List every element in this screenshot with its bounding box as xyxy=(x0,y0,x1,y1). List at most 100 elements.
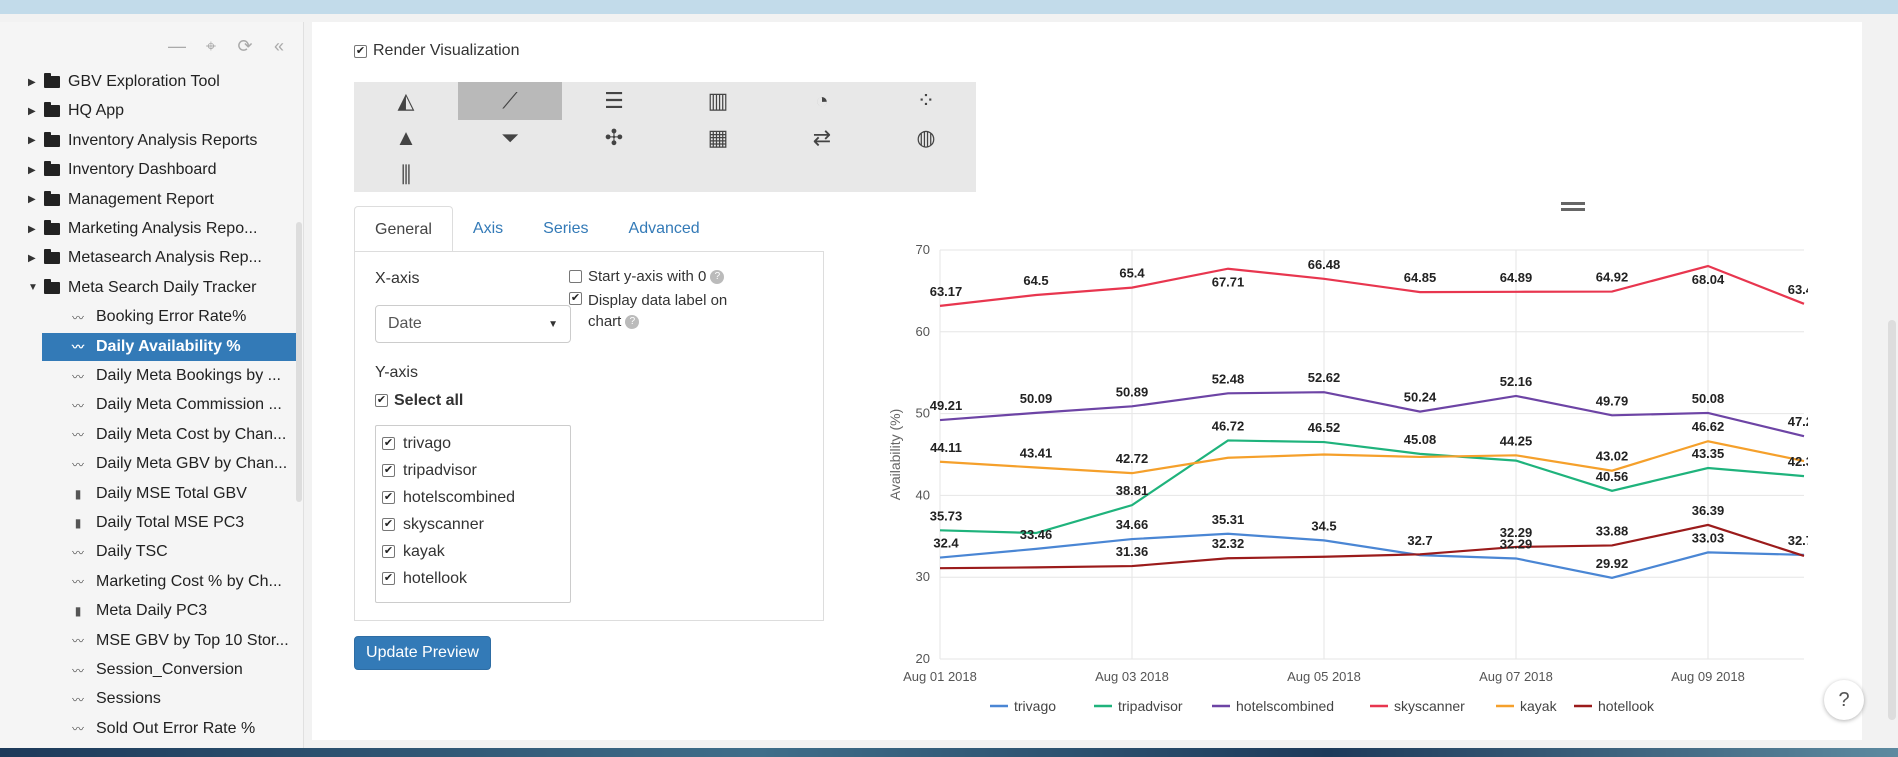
display-data-label-checkbox[interactable]: ✔ xyxy=(569,292,582,305)
caret-right-icon[interactable]: ▶ xyxy=(28,165,40,176)
data-label: 67.71 xyxy=(1212,275,1245,290)
minus-icon[interactable]: — xyxy=(167,36,187,57)
map-icon[interactable]: ◍ xyxy=(874,119,978,157)
render-visualization-toggle[interactable]: ✔ Render Visualization xyxy=(354,42,519,60)
refresh-icon[interactable]: ⟳ xyxy=(235,36,255,57)
folder-item[interactable]: ▶ Inventory Dashboard xyxy=(0,156,300,184)
series-option[interactable]: ✔ hotellook xyxy=(382,565,564,592)
pie-chart-icon[interactable]: ◔ xyxy=(770,82,874,120)
line-chart-icon: 〰 xyxy=(71,457,84,472)
heatmap-icon[interactable]: ▦ xyxy=(666,119,770,157)
crosshair-icon[interactable]: ⌖ xyxy=(201,36,221,57)
data-label: 32.7 xyxy=(1407,533,1432,548)
series-checkbox[interactable]: ✔ xyxy=(382,518,395,531)
folder-item[interactable]: ▶ Marketing Analysis Repo... xyxy=(0,215,300,243)
line-chart-icon[interactable]: ⟋ xyxy=(458,82,562,120)
help-icon[interactable]: ? xyxy=(710,270,725,285)
chart-menu-icon[interactable] xyxy=(1560,200,1586,216)
caret-right-icon[interactable]: ▶ xyxy=(28,253,40,264)
series-option[interactable]: ✔ tripadvisor xyxy=(382,457,564,484)
report-label: Daily Availability % xyxy=(96,337,241,355)
folder-item[interactable]: ▶ Inventory Analysis Reports xyxy=(0,127,300,155)
series-checkbox[interactable]: ✔ xyxy=(382,464,395,477)
collapse-icon[interactable]: « xyxy=(269,36,289,57)
legend-label: trivago xyxy=(1014,698,1056,714)
render-visualization-checkbox[interactable]: ✔ xyxy=(354,44,367,58)
report-item[interactable]: 〰 Booking Error Rate% xyxy=(0,303,300,331)
folder-item[interactable]: ▶ GBV Exploration Tool xyxy=(0,68,300,96)
report-item[interactable]: 〰 Sessions xyxy=(0,685,300,713)
bar-chart-icon[interactable]: ▥ xyxy=(666,82,770,120)
page-scrollbar[interactable] xyxy=(1888,320,1896,720)
pivot-table-icon[interactable]: ⇄ xyxy=(770,119,874,157)
report-label: Meta Daily PC3 xyxy=(96,602,208,620)
caret-down-icon[interactable]: ▼ xyxy=(28,282,40,293)
report-item[interactable]: 〰 Daily Meta Commission ... xyxy=(0,391,300,419)
report-item[interactable]: ▮ Daily Total MSE PC3 xyxy=(0,509,300,537)
start-y-zero-checkbox[interactable] xyxy=(569,270,582,283)
series-checkbox[interactable]: ✔ xyxy=(382,491,395,504)
line-chart-icon: 〰 xyxy=(71,398,84,413)
folder-item[interactable]: ▼ Meta Search Daily Tracker xyxy=(0,274,300,302)
data-label: 32.32 xyxy=(1212,536,1245,551)
series-option[interactable]: ✔ trivago xyxy=(382,430,564,457)
caret-right-icon[interactable]: ▶ xyxy=(28,224,40,235)
report-label: Sessions xyxy=(96,690,161,708)
histogram-icon[interactable]: ⫼ xyxy=(354,156,458,194)
report-item[interactable]: 〰 MSE GBV by Top 10 Stor... xyxy=(0,627,300,655)
series-option[interactable]: ✔ kayak xyxy=(382,538,564,565)
folder-label: Meta Search Daily Tracker xyxy=(68,278,257,296)
report-item[interactable]: 〰 Daily Availability % xyxy=(42,332,297,361)
tab-series[interactable]: Series xyxy=(523,206,608,252)
help-button[interactable]: ? xyxy=(1824,680,1864,720)
update-preview-button[interactable]: Update Preview xyxy=(354,636,491,670)
area-chart-icon[interactable]: ◭ xyxy=(354,82,458,120)
folder-item[interactable]: ▶ Metasearch Analysis Rep... xyxy=(0,244,300,272)
data-label: 46.52 xyxy=(1308,420,1341,435)
report-item[interactable]: 〰 Daily Meta Cost by Chan... xyxy=(0,421,300,449)
caret-right-icon[interactable]: ▶ xyxy=(28,135,40,146)
help-icon[interactable]: ? xyxy=(625,315,640,330)
sidebar-scrollbar[interactable] xyxy=(296,222,302,502)
tab-axis[interactable]: Axis xyxy=(453,206,523,252)
data-label: 43.02 xyxy=(1596,449,1629,464)
scatter-icon[interactable]: ⁘ xyxy=(874,82,978,120)
series-option[interactable]: ✔ hotelscombined xyxy=(382,484,564,511)
report-item[interactable]: 〰 Sold Out Error Rate % xyxy=(0,715,300,743)
legend-label: skyscanner xyxy=(1394,698,1465,714)
bubble-icon[interactable]: ✣ xyxy=(562,119,666,157)
series-checkbox[interactable]: ✔ xyxy=(382,545,395,558)
tab-advanced[interactable]: Advanced xyxy=(609,206,720,252)
start-y-zero-option[interactable]: Start y-axis with 0? xyxy=(569,268,725,285)
series-checkbox[interactable]: ✔ xyxy=(382,572,395,585)
caret-right-icon[interactable]: ▶ xyxy=(28,106,40,117)
caret-right-icon[interactable]: ▶ xyxy=(28,194,40,205)
pyramid-icon[interactable]: ▲ xyxy=(354,119,458,157)
report-item[interactable]: 〰 Daily Meta Bookings by ... xyxy=(0,362,300,390)
select-all-option[interactable]: ✔ Select all xyxy=(375,392,463,410)
tab-general[interactable]: General xyxy=(354,206,453,252)
report-item[interactable]: 〰 Daily TSC xyxy=(0,538,300,566)
line-chart-icon: 〰 xyxy=(71,663,84,678)
report-item[interactable]: ▮ Daily MSE Total GBV xyxy=(0,480,300,508)
series-line-skyscanner xyxy=(939,264,1805,307)
x-tick-label: Aug 03 2018 xyxy=(1095,669,1169,684)
display-data-label-option[interactable]: ✔ Display data label on chart? xyxy=(569,290,727,332)
folder-item[interactable]: ▶ HQ App xyxy=(0,97,300,125)
select-all-checkbox[interactable]: ✔ xyxy=(375,394,388,407)
sidebar: — ⌖ ⟳ « ▶ GBV Exploration Tool ▶ HQ App ▶ Inv… xyxy=(0,22,304,748)
folder-item[interactable]: ▶ Management Report xyxy=(0,186,300,214)
series-checkbox[interactable]: ✔ xyxy=(382,437,395,450)
series-option[interactable]: ✔ skyscanner xyxy=(382,511,564,538)
settings-tabs: General Axis Series Advanced xyxy=(354,206,720,252)
funnel-icon[interactable]: ⏷ xyxy=(458,119,562,157)
x-axis-select[interactable]: Date ▼ xyxy=(375,305,571,343)
caret-right-icon[interactable]: ▶ xyxy=(28,77,40,88)
data-label: 45.08 xyxy=(1404,432,1437,447)
report-item[interactable]: 〰 Daily Meta GBV by Chan... xyxy=(0,450,300,478)
report-item[interactable]: 〰 Session_Conversion xyxy=(0,656,300,684)
report-item[interactable]: ▮ Meta Daily PC3 xyxy=(0,597,300,625)
report-item[interactable]: 〰 Marketing Cost % by Ch... xyxy=(0,568,300,596)
folder-label: HQ App xyxy=(68,102,125,120)
horizontal-bar-icon[interactable]: ☰ xyxy=(562,82,666,120)
